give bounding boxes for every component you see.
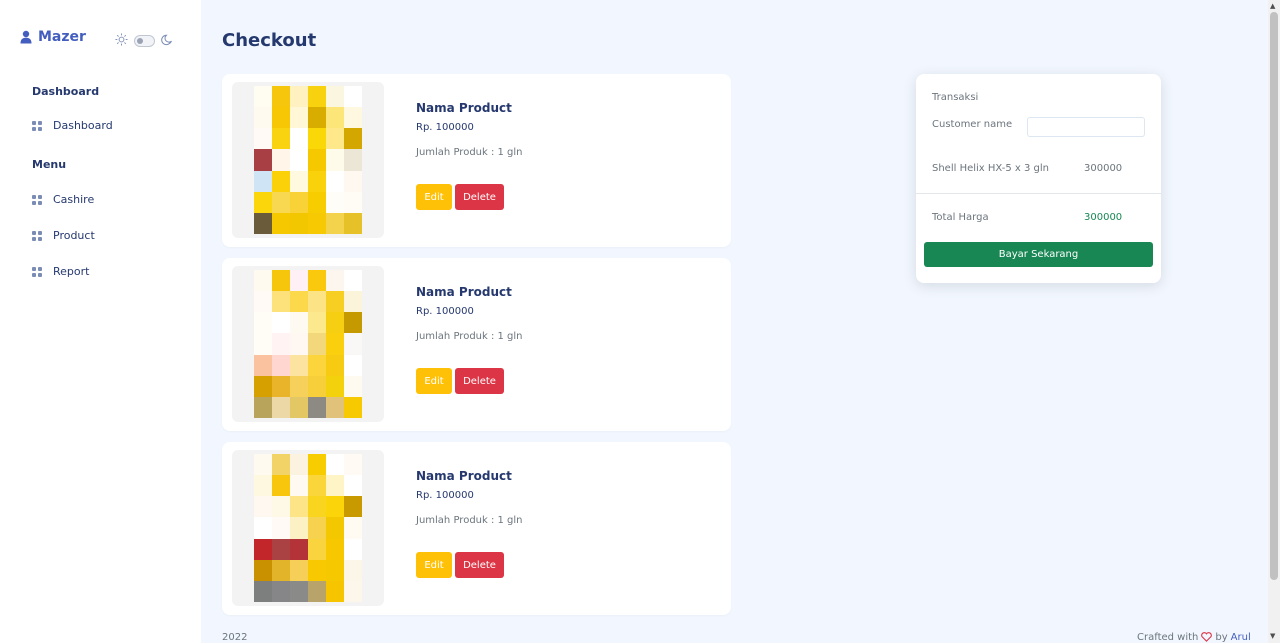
product-card: Nama Product Rp. 100000 Jumlah Produk : …	[222, 258, 731, 431]
theme-toggle[interactable]	[115, 31, 174, 50]
product-name: Nama Product	[416, 101, 512, 115]
heart-icon	[1201, 632, 1213, 643]
sidebar-title-dashboard: Dashboard	[32, 85, 100, 98]
grid-icon	[32, 266, 42, 277]
delete-button[interactable]: Delete	[455, 184, 504, 210]
product-card: Nama Product Rp. 100000 Jumlah Produk : …	[222, 74, 731, 247]
customer-name-label: Customer name	[932, 119, 1013, 130]
sidebar-item-label: Report	[53, 265, 90, 278]
customer-name-input[interactable]	[1027, 117, 1145, 137]
product-price: Rp. 100000	[416, 306, 474, 317]
sidebar-item-label: Cashire	[53, 193, 95, 206]
footer-year: 2022	[222, 632, 248, 643]
edit-button[interactable]: Edit	[416, 184, 452, 210]
sidebar-title-menu: Menu	[32, 158, 67, 171]
sidebar-item-label: Product	[53, 229, 95, 242]
brand-name: Mazer	[38, 29, 86, 45]
product-name: Nama Product	[416, 285, 512, 299]
footer-credit: Crafted with by Arul	[1137, 632, 1251, 643]
edit-button[interactable]: Edit	[416, 368, 452, 394]
delete-button[interactable]: Delete	[455, 552, 504, 578]
product-card: Nama Product Rp. 100000 Jumlah Produk : …	[222, 442, 731, 615]
footer-author-link[interactable]: Arul	[1231, 632, 1251, 643]
edit-button[interactable]: Edit	[416, 552, 452, 578]
sidebar-item-cashire[interactable]: Cashire	[32, 193, 94, 206]
grid-icon	[32, 194, 42, 205]
footer-by-text: by	[1215, 632, 1228, 643]
product-quantity: Jumlah Produk : 1 gln	[416, 147, 523, 158]
scrollbar-thumb[interactable]	[1270, 12, 1278, 580]
grid-icon	[32, 230, 42, 241]
switch-knob	[137, 37, 143, 44]
moon-icon	[161, 31, 174, 50]
sidebar-item-dashboard[interactable]: Dashboard	[32, 119, 113, 132]
footer-crafted-text: Crafted with	[1137, 632, 1199, 643]
sidebar-item-label: Dashboard	[53, 119, 113, 132]
sun-icon	[115, 31, 128, 50]
sidebar-item-report[interactable]: Report	[32, 265, 89, 278]
product-image	[232, 266, 384, 422]
divider	[916, 193, 1161, 194]
delete-button[interactable]: Delete	[455, 368, 504, 394]
brand-logo[interactable]: Mazer	[20, 29, 86, 45]
transaction-card: Transaksi Customer name Shell Helix HX-5…	[916, 74, 1161, 283]
product-quantity: Jumlah Produk : 1 gln	[416, 515, 523, 526]
total-price-label: Total Harga	[932, 212, 989, 223]
transaction-item-name: Shell Helix HX-5 x 3 gln	[932, 163, 1050, 174]
scrollbar[interactable]: ▲ ▼	[1268, 0, 1280, 643]
product-image	[232, 82, 384, 238]
transaction-title: Transaksi	[932, 92, 979, 103]
user-icon	[20, 30, 32, 44]
scroll-up-icon[interactable]: ▲	[1270, 2, 1275, 10]
page-title: Checkout	[222, 30, 317, 51]
total-price-value: 300000	[1084, 212, 1123, 223]
grid-icon	[32, 120, 42, 131]
product-price: Rp. 100000	[416, 490, 474, 501]
sidebar: Mazer Dashboard Dashboard Menu Cashire P…	[0, 0, 201, 643]
transaction-item-price: 300000	[1084, 163, 1123, 174]
scroll-down-icon[interactable]: ▼	[1270, 632, 1275, 640]
product-image	[232, 450, 384, 606]
pay-now-button[interactable]: Bayar Sekarang	[924, 242, 1153, 267]
product-price: Rp. 100000	[416, 122, 474, 133]
theme-switch[interactable]	[134, 34, 155, 47]
sidebar-item-product[interactable]: Product	[32, 229, 95, 242]
product-quantity: Jumlah Produk : 1 gln	[416, 331, 523, 342]
product-name: Nama Product	[416, 469, 512, 483]
